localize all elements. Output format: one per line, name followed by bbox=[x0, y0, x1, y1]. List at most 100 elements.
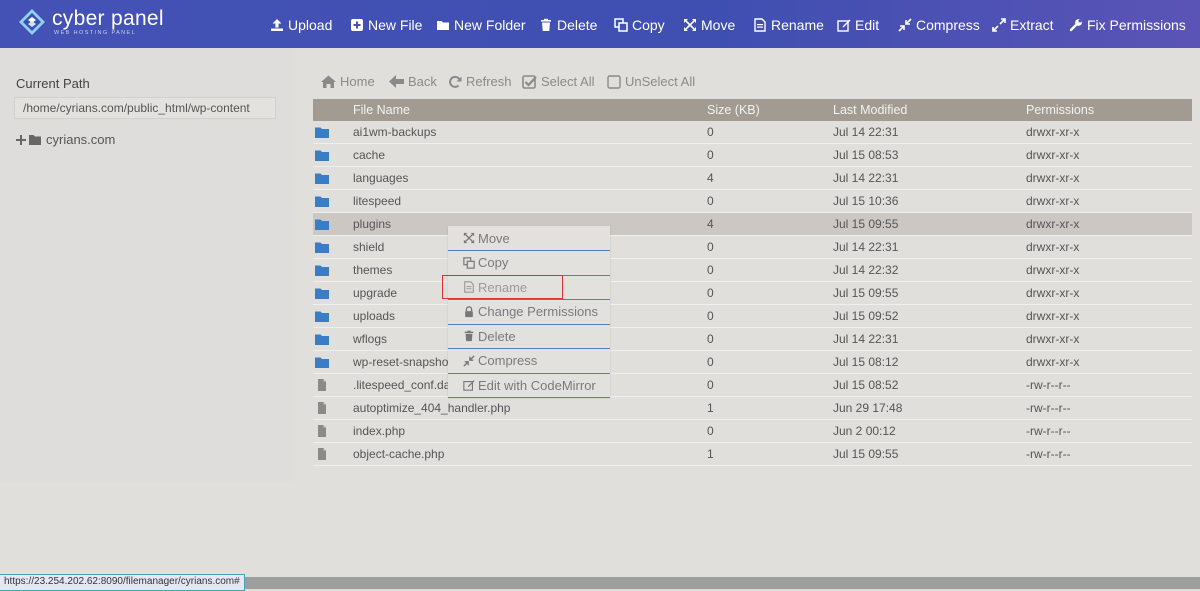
file-name: litespeed bbox=[353, 194, 402, 208]
table-row[interactable]: litespeed 0 Jul 15 10:36 drwxr-xr-x bbox=[313, 190, 1192, 213]
file-table-header: File Name Size (KB) Last Modified Permis… bbox=[313, 99, 1192, 121]
column-header-modified[interactable]: Last Modified bbox=[833, 103, 907, 117]
folder-icon bbox=[315, 195, 329, 207]
unselect-all-label: UnSelect All bbox=[625, 74, 696, 89]
fix-permissions-label: Fix Permissions bbox=[1087, 17, 1186, 33]
delete-button[interactable]: Delete bbox=[539, 15, 597, 35]
table-row[interactable]: shield 0 Jul 14 22:31 drwxr-xr-x bbox=[313, 236, 1192, 259]
file-modified: Jul 15 09:55 bbox=[833, 447, 899, 461]
folder-icon bbox=[315, 172, 329, 184]
home-button[interactable]: Home bbox=[321, 74, 375, 89]
context-menu-item-edit-with-codemirror[interactable]: Edit with CodeMirror bbox=[448, 373, 610, 398]
table-row[interactable]: object-cache.php 1 Jul 15 09:55 -rw-r--r-- bbox=[313, 443, 1192, 466]
folder-icon bbox=[315, 333, 329, 345]
table-row[interactable]: themes 0 Jul 14 22:32 drwxr-xr-x bbox=[313, 259, 1192, 282]
new-file-button[interactable]: New File bbox=[350, 15, 422, 35]
table-row[interactable]: index.php 0 Jun 2 00:12 -rw-r--r-- bbox=[313, 420, 1192, 443]
compress-button[interactable]: Compress bbox=[898, 15, 980, 35]
table-row[interactable]: languages 4 Jul 14 22:31 drwxr-xr-x bbox=[313, 167, 1192, 190]
folder-icon bbox=[315, 126, 329, 138]
context-menu-item-delete[interactable]: Delete bbox=[448, 324, 610, 349]
current-path-input[interactable] bbox=[14, 97, 276, 119]
file-modified: Jul 15 09:55 bbox=[833, 286, 899, 300]
table-row[interactable]: upgrade 0 Jul 15 09:55 drwxr-xr-x bbox=[313, 282, 1192, 305]
file-size: 0 bbox=[707, 194, 714, 208]
column-header-name[interactable]: File Name bbox=[353, 103, 410, 117]
fix-permissions-button[interactable]: Fix Permissions bbox=[1069, 15, 1186, 35]
context-menu-item-change-permissions[interactable]: Change Permissions bbox=[448, 300, 610, 325]
table-row[interactable]: wp-reset-snapshots 0 Jul 15 08:12 drwxr-xr-… bbox=[313, 351, 1192, 374]
logo[interactable]: cyber panel WEB HOSTING PANEL bbox=[18, 8, 164, 36]
select-all-label: Select All bbox=[541, 74, 595, 89]
brand-title: cyber panel bbox=[52, 7, 164, 30]
table-row[interactable]: ai1wm-backups 0 Jul 14 22:31 drwxr-xr-x bbox=[313, 121, 1192, 144]
upload-button[interactable]: Upload bbox=[270, 15, 332, 35]
copy-label: Copy bbox=[632, 17, 665, 33]
column-header-size[interactable]: Size (KB) bbox=[707, 103, 760, 117]
file-icon bbox=[315, 379, 329, 391]
edit-icon bbox=[837, 18, 851, 32]
file-icon bbox=[315, 425, 329, 437]
file-modified: Jul 15 08:52 bbox=[833, 378, 899, 392]
file-permissions: drwxr-xr-x bbox=[1026, 332, 1080, 346]
table-row[interactable]: uploads 0 Jul 15 09:52 drwxr-xr-x bbox=[313, 305, 1192, 328]
back-button[interactable]: Back bbox=[389, 74, 437, 89]
table-row[interactable]: cache 0 Jul 15 08:53 drwxr-xr-x bbox=[313, 144, 1192, 167]
context-menu-item-compress[interactable]: Compress bbox=[448, 349, 610, 374]
file-name: object-cache.php bbox=[353, 447, 445, 461]
file-size: 0 bbox=[707, 332, 714, 346]
file-modified: Jun 2 00:12 bbox=[833, 424, 896, 438]
file-permissions: drwxr-xr-x bbox=[1026, 148, 1080, 162]
copy-button[interactable]: Copy bbox=[614, 15, 665, 35]
file-size: 0 bbox=[707, 125, 714, 139]
file-permissions: -rw-r--r-- bbox=[1026, 447, 1071, 461]
trash-icon bbox=[539, 18, 553, 32]
table-row[interactable]: wflogs 0 Jul 14 22:31 drwxr-xr-x bbox=[313, 328, 1192, 351]
context-menu-item-rename[interactable]: Rename bbox=[448, 275, 610, 300]
new-folder-button[interactable]: New Folder bbox=[436, 15, 526, 35]
file-name: ai1wm-backups bbox=[353, 125, 437, 139]
upload-label: Upload bbox=[288, 17, 333, 33]
edit-label: Edit bbox=[855, 17, 880, 33]
file-name: cache bbox=[353, 148, 386, 162]
copy-icon bbox=[463, 256, 475, 269]
compress-icon bbox=[898, 18, 912, 32]
plus-icon bbox=[16, 134, 26, 145]
table-row[interactable]: .litespeed_conf.dat 0 Jul 15 08:52 -rw-r--r… bbox=[313, 374, 1192, 397]
file-name: autoptimize_404_handler.php bbox=[353, 401, 511, 415]
brand-subtitle: WEB HOSTING PANEL bbox=[54, 30, 137, 36]
edit-button[interactable]: Edit bbox=[837, 15, 879, 35]
move-button[interactable]: Move bbox=[683, 15, 735, 35]
tree-item-label: cyrians.com bbox=[46, 132, 116, 147]
unselect-all-button[interactable]: UnSelect All bbox=[607, 74, 695, 89]
table-row[interactable]: plugins 4 Jul 15 09:55 drwxr-xr-x bbox=[313, 213, 1192, 236]
back-label: Back bbox=[408, 74, 437, 89]
folder-icon bbox=[315, 264, 329, 276]
file-modified: Jul 15 10:36 bbox=[833, 194, 899, 208]
home-label: Home bbox=[340, 74, 375, 89]
file-text-icon bbox=[463, 281, 475, 293]
table-row[interactable]: autoptimize_404_handler.php 1 Jun 29 17:48… bbox=[313, 397, 1192, 420]
select-all-button[interactable]: Select All bbox=[522, 74, 594, 89]
rename-button[interactable]: Rename bbox=[753, 15, 824, 35]
column-header-permissions[interactable]: Permissions bbox=[1026, 103, 1094, 117]
top-toolbar: cyber panel WEB HOSTING PANEL Upload New… bbox=[0, 0, 1200, 48]
file-permissions: -rw-r--r-- bbox=[1026, 378, 1071, 392]
context-menu-item-move[interactable]: Move bbox=[448, 226, 610, 251]
checkbox-empty-icon bbox=[607, 74, 621, 89]
lock-icon bbox=[463, 305, 475, 318]
file-permissions: -rw-r--r-- bbox=[1026, 401, 1071, 415]
folder-icon bbox=[436, 18, 450, 32]
cyberpanel-logo-icon bbox=[19, 9, 45, 35]
file-name: plugins bbox=[353, 217, 392, 231]
status-url: https://23.254.202.62:8090/filemanager/c… bbox=[0, 574, 245, 591]
extract-button[interactable]: Extract bbox=[992, 15, 1054, 35]
file-permissions: drwxr-xr-x bbox=[1026, 240, 1080, 254]
file-size: 0 bbox=[707, 378, 714, 392]
context-menu-item-copy[interactable]: Copy bbox=[448, 251, 610, 276]
tree-item-root[interactable]: cyrians.com bbox=[16, 132, 115, 147]
trash-icon bbox=[463, 330, 475, 342]
file-size: 0 bbox=[707, 286, 714, 300]
file-modified: Jul 14 22:32 bbox=[833, 263, 899, 277]
refresh-button[interactable]: Refresh bbox=[448, 74, 512, 89]
